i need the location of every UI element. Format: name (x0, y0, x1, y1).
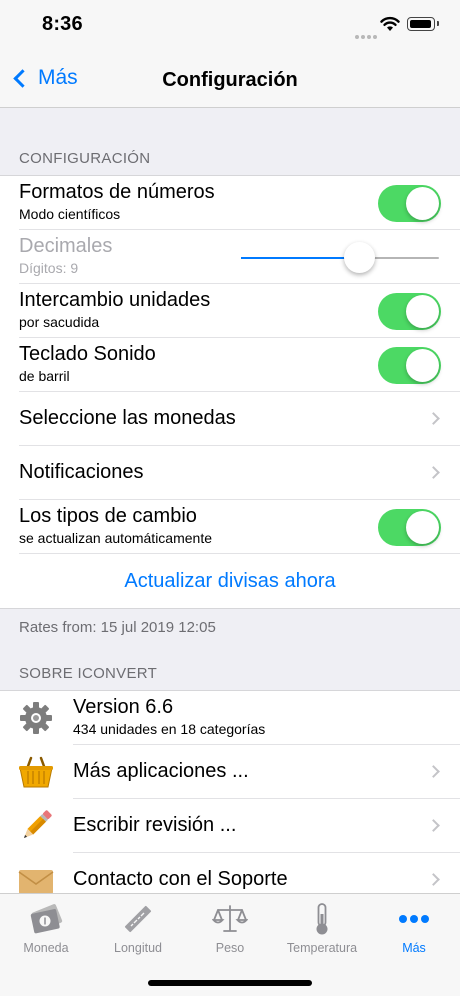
home-indicator (148, 980, 312, 986)
status-bar: 8:36 (0, 0, 460, 50)
scale-icon (212, 905, 248, 932)
gear-icon (20, 702, 52, 734)
about-write-review[interactable]: Escribir revisión ... (0, 799, 460, 853)
tab-label: Longitud (114, 941, 162, 955)
setting-unit-swap: Intercambio unidades por sacudida (0, 284, 460, 338)
setting-select-currencies[interactable]: Seleccione las monedas (0, 392, 460, 446)
tab-moneda[interactable]: Moneda (0, 902, 92, 955)
tab-label: Peso (215, 941, 245, 955)
wifi-icon (380, 16, 400, 31)
cellular-signal-icon (355, 26, 379, 44)
envelope-icon (18, 870, 54, 893)
status-time: 8:36 (42, 13, 83, 35)
setting-title: Intercambio unidades (19, 289, 211, 311)
rates-timestamp: Rates from: 15 jul 2019 12:05 (19, 619, 216, 636)
pencil-icon (23, 810, 52, 839)
chevron-right-icon (427, 412, 440, 425)
setting-subtitle: se actualizan automáticamente (19, 530, 212, 546)
keyboard-sound-toggle[interactable] (378, 347, 441, 384)
page-title: Configuración (162, 69, 298, 91)
tab-longitud[interactable]: Longitud (92, 902, 184, 955)
navigation-bar: Más Configuración (0, 50, 460, 108)
setting-exchange-rates: Los tipos de cambio se actualizan automá… (0, 500, 460, 554)
money-icon (30, 904, 63, 934)
setting-subtitle: de barril (19, 368, 70, 384)
setting-title: Teclado Sonido (19, 343, 156, 365)
about-subtitle: 434 unidades en 18 categorías (73, 721, 266, 737)
settings-group: Formatos de números Modo científicos Dec… (0, 175, 460, 609)
tab-peso[interactable]: Peso (184, 902, 276, 955)
update-currencies-button[interactable]: Actualizar divisas ahora (0, 570, 460, 593)
setting-subtitle: por sacudida (19, 314, 100, 330)
about-title: Version 6.6 (73, 696, 174, 718)
chevron-right-icon (427, 466, 440, 479)
exchange-rates-toggle[interactable] (378, 509, 441, 546)
setting-subtitle: Dígitos: 9 (19, 260, 79, 276)
setting-title: Notificaciones (19, 461, 144, 483)
number-format-toggle[interactable] (378, 185, 441, 222)
tab-mas[interactable]: Más (368, 902, 460, 955)
chevron-right-icon (427, 765, 440, 778)
slider-thumb[interactable] (344, 242, 376, 273)
ruler-icon (124, 905, 152, 933)
unit-swap-toggle[interactable] (378, 293, 441, 330)
about-more-apps[interactable]: Más aplicaciones ... (0, 745, 460, 799)
setting-subtitle: Modo científicos (19, 206, 121, 222)
about-title: Contacto con el Soporte (73, 868, 288, 890)
basket-icon (19, 756, 53, 788)
slider-fill (241, 257, 360, 259)
setting-title: Seleccione las monedas (19, 407, 236, 429)
battery-icon (407, 17, 439, 31)
about-contact-support[interactable]: Contacto con el Soporte (0, 853, 460, 893)
setting-title: Los tipos de cambio (19, 505, 197, 527)
more-icon (399, 915, 429, 923)
thermometer-icon (316, 903, 328, 935)
tab-label: Moneda (23, 941, 69, 955)
chevron-right-icon (427, 873, 440, 886)
setting-title: Decimales (19, 235, 113, 257)
update-currencies-row[interactable]: Actualizar divisas ahora (0, 554, 460, 608)
tab-temperatura[interactable]: Temperatura (276, 902, 368, 955)
setting-notifications[interactable]: Notificaciones (0, 446, 460, 500)
about-title: Escribir revisión ... (73, 814, 237, 836)
about-version: Version 6.6 434 unidades en 18 categoría… (0, 691, 460, 745)
setting-number-format: Formatos de números Modo científicos (0, 176, 460, 230)
about-group: Version 6.6 434 unidades en 18 categoría… (0, 690, 460, 893)
about-title: Más aplicaciones ... (73, 760, 249, 782)
chevron-right-icon (427, 819, 440, 832)
section-header-about: SOBRE ICONVERT (19, 665, 158, 682)
decimals-slider[interactable] (241, 242, 439, 273)
tab-label: Más (402, 941, 426, 955)
setting-keyboard-sound: Teclado Sonido de barril (0, 338, 460, 392)
setting-decimals: Decimales Dígitos: 9 (0, 230, 460, 284)
section-header-settings: CONFIGURACIÓN (19, 150, 151, 167)
setting-title: Formatos de números (19, 181, 215, 203)
tab-label: Temperatura (286, 941, 358, 955)
